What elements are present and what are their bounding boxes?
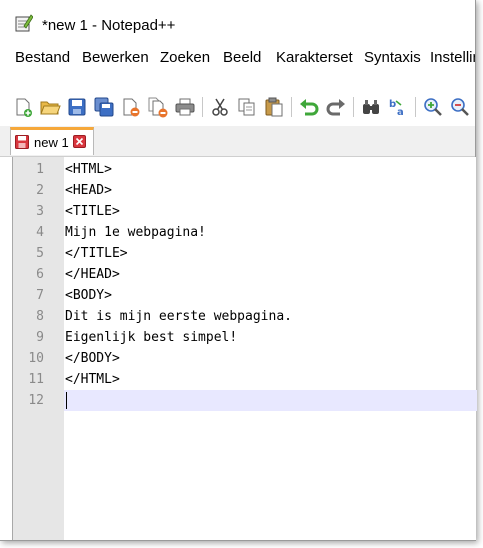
line-number: 6 — [36, 267, 44, 282]
tab-bar: new 1 — [0, 126, 475, 157]
svg-text:a: a — [397, 107, 404, 118]
undo-icon[interactable] — [298, 96, 320, 118]
line-number-gutter: 1 2 3 4 5 6 7 8 9 10 11 12 — [13, 157, 64, 540]
menu-instellingen[interactable]: Instellingen — [430, 49, 475, 66]
save-icon[interactable] — [66, 96, 88, 118]
code-line[interactable]: </BODY> — [64, 348, 477, 369]
code-line[interactable]: <TITLE> — [64, 201, 477, 222]
code-line[interactable]: </HTML> — [64, 369, 477, 390]
current-code-line[interactable] — [64, 390, 477, 411]
open-file-icon[interactable] — [39, 96, 61, 118]
line-number: 8 — [36, 309, 44, 324]
toolbar-separator — [353, 97, 354, 117]
toolbar-separator — [415, 97, 416, 117]
menu-bar: Bestand Bewerken Zoeken Beeld Karakterse… — [0, 44, 475, 72]
notepadpp-app-icon — [15, 14, 33, 32]
redo-icon[interactable] — [325, 96, 347, 118]
notepadpp-window: *new 1 - Notepad++ Bestand Bewerken Zoek… — [0, 0, 477, 541]
menu-syntaxis[interactable]: Syntaxis — [364, 49, 421, 66]
line-number: 11 — [28, 372, 44, 387]
code-line[interactable]: <HEAD> — [64, 180, 477, 201]
new-file-icon[interactable] — [12, 96, 34, 118]
zoom-in-icon[interactable] — [422, 96, 444, 118]
replace-icon[interactable]: b a — [387, 96, 409, 118]
close-all-icon[interactable] — [147, 96, 169, 118]
line-number: 3 — [36, 204, 44, 219]
svg-text:b: b — [389, 99, 396, 110]
code-area[interactable]: <HTML> <HEAD> <TITLE> Mijn 1e webpagina!… — [64, 157, 477, 540]
line-number: 7 — [36, 288, 44, 303]
menu-bestand[interactable]: Bestand — [15, 49, 70, 66]
code-line[interactable]: Mijn 1e webpagina! — [64, 222, 477, 243]
editor-pane[interactable]: 1 2 3 4 5 6 7 8 9 10 11 12 <HTML> <HEAD>… — [12, 157, 477, 540]
code-line[interactable]: <BODY> — [64, 285, 477, 306]
close-icon[interactable] — [120, 96, 142, 118]
unsaved-file-icon — [15, 135, 29, 149]
window-title: *new 1 - Notepad++ — [42, 17, 176, 34]
cut-icon[interactable] — [209, 96, 231, 118]
line-number: 12 — [28, 393, 44, 408]
print-icon[interactable] — [174, 96, 196, 118]
code-line[interactable]: Dit is mijn eerste webpagina. — [64, 306, 477, 327]
toolbar: b a — [0, 90, 475, 126]
zoom-out-icon[interactable] — [449, 96, 471, 118]
line-number: 10 — [28, 351, 44, 366]
tab-close-icon[interactable] — [73, 135, 86, 148]
tab-label: new 1 — [34, 135, 69, 150]
toolbar-separator — [202, 97, 203, 117]
menu-beeld[interactable]: Beeld — [223, 49, 261, 66]
menu-bewerken[interactable]: Bewerken — [82, 49, 149, 66]
copy-icon[interactable] — [236, 96, 258, 118]
title-bar[interactable]: *new 1 - Notepad++ — [0, 0, 475, 38]
line-number: 4 — [36, 225, 44, 240]
paste-icon[interactable] — [263, 96, 285, 118]
line-number: 5 — [36, 246, 44, 261]
code-line[interactable]: </TITLE> — [64, 243, 477, 264]
line-number: 2 — [36, 183, 44, 198]
find-icon[interactable] — [360, 96, 382, 118]
line-number: 9 — [36, 330, 44, 345]
save-all-icon[interactable] — [93, 96, 115, 118]
text-caret — [66, 392, 67, 409]
code-line[interactable]: </HEAD> — [64, 264, 477, 285]
code-line[interactable]: Eigenlijk best simpel! — [64, 327, 477, 348]
code-line[interactable]: <HTML> — [64, 159, 477, 180]
tab-new-1[interactable]: new 1 — [10, 127, 94, 155]
menu-zoeken[interactable]: Zoeken — [160, 49, 210, 66]
menu-karakterset[interactable]: Karakterset — [276, 49, 353, 66]
toolbar-separator — [291, 97, 292, 117]
line-number: 1 — [36, 162, 44, 177]
